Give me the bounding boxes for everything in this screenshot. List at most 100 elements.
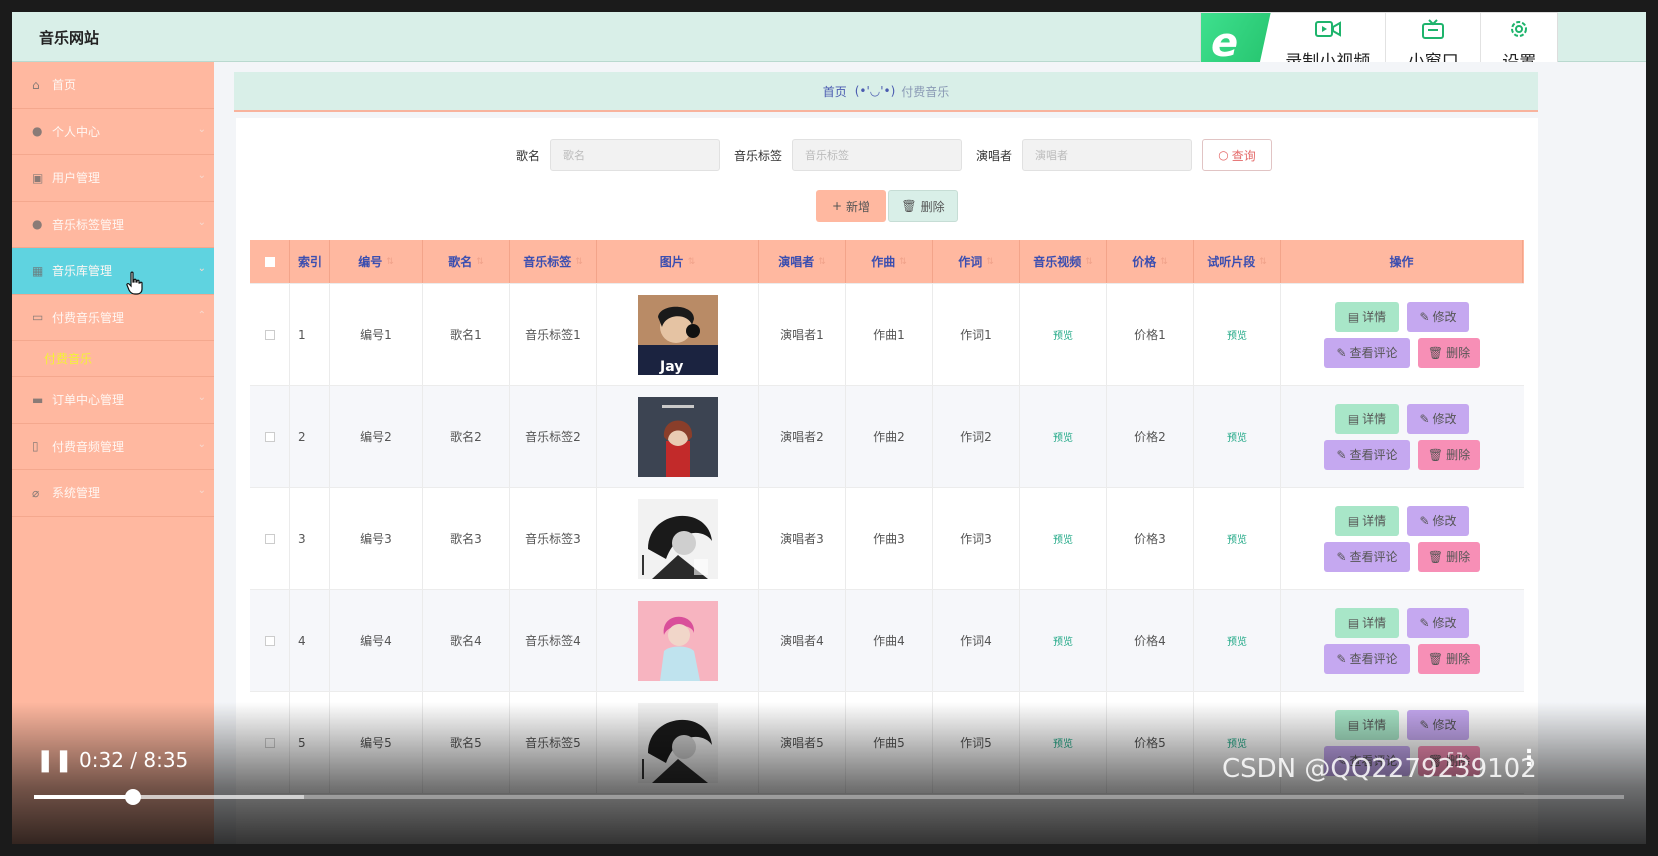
col-image[interactable]: 图片 ⇅ (597, 240, 759, 283)
col-composer[interactable]: 作曲 ⇅ (846, 240, 933, 283)
col-price[interactable]: 价格 ⇅ (1107, 240, 1194, 283)
document-icon: ▤ (1347, 513, 1360, 528)
table-row: 4 编号4 歌名4 音乐标签4 演唱者4 作曲4 作词4 预览 价格4 预览 ▤ 详情 ✎ 修改 ✎ 查看评论… (250, 590, 1524, 692)
col-singer[interactable]: 演唱者 ⇅ (759, 240, 846, 283)
row-trial-clip: 预览 (1194, 488, 1281, 589)
row-checkbox[interactable] (250, 488, 290, 589)
sidebar-item-home[interactable]: ⌂ 首页 (12, 62, 214, 109)
trial-preview-link[interactable]: 预览 (1227, 633, 1247, 648)
hand-cursor-icon (126, 271, 144, 300)
add-button[interactable]: + 新增 (816, 190, 886, 222)
edit-button[interactable]: ✎ 修改 (1407, 301, 1469, 332)
trash-icon: 🗑 (1427, 345, 1444, 360)
row-music-video: 预览 (1020, 488, 1107, 589)
sidebar-item-paid-audio[interactable]: ▯ 付费音频管理 ⌄ (12, 424, 214, 470)
edit-button[interactable]: ✎ 修改 (1407, 403, 1469, 434)
settings-icon: ⌀ (32, 485, 40, 500)
edit-button[interactable]: ✎ 修改 (1407, 607, 1469, 638)
video-preview-link[interactable]: 预览 (1053, 429, 1073, 444)
view-comments-button[interactable]: ✎ 查看评论 (1324, 643, 1410, 674)
col-music-tag[interactable]: 音乐标签 ⇅ (510, 240, 597, 283)
chevron-down-icon: ⌄ (197, 170, 206, 181)
detail-button[interactable]: ▤ 详情 (1335, 607, 1399, 638)
delete-button[interactable]: 🗑 删除 (1418, 337, 1480, 368)
row-number: 编号5 (330, 692, 423, 793)
sidebar-item-system[interactable]: ⌀ 系统管理 ⌄ (12, 470, 214, 517)
row-image (597, 590, 759, 691)
chevron-down-icon: ⌄ (197, 216, 206, 228)
pause-icon[interactable]: ❚❚ (36, 748, 73, 773)
video-preview-link[interactable]: 预览 (1053, 327, 1073, 342)
row-operations: ▤ 详情 ✎ 修改 ✎ 查看评论 🗑 删除 (1281, 488, 1523, 589)
document-icon: ▤ (1347, 411, 1360, 426)
trash-icon: 🗑 (1427, 651, 1444, 666)
row-lyricist: 作词3 (933, 488, 1020, 589)
row-composer: 作曲5 (846, 692, 933, 793)
song-name-input[interactable]: 歌名 (549, 139, 720, 171)
sidebar-subitem-paid-music[interactable]: 付费音乐 (12, 341, 214, 377)
view-comments-button[interactable]: ✎ 查看评论 (1324, 541, 1410, 572)
album-cover-image (637, 702, 718, 783)
edit-button[interactable]: ✎ 修改 (1407, 709, 1469, 740)
row-singer: 演唱者3 (759, 488, 846, 589)
singer-input[interactable]: 演唱者 (1022, 139, 1193, 171)
row-checkbox[interactable] (250, 284, 290, 385)
breadcrumb-home[interactable]: 首页 (823, 83, 847, 100)
detail-button[interactable]: ▤ 详情 (1335, 505, 1399, 536)
query-button[interactable]: ○ 查询 (1202, 139, 1273, 171)
sort-icon: ⇅ (1085, 256, 1093, 267)
video-preview-link[interactable]: 预览 (1053, 531, 1073, 546)
video-preview-link[interactable]: 预览 (1053, 735, 1073, 750)
breadcrumb-current: 付费音乐 (901, 84, 950, 99)
trial-preview-link[interactable]: 预览 (1227, 327, 1247, 342)
batch-delete-button[interactable]: 🗑 删除 (888, 190, 958, 222)
sidebar-item-music-library[interactable]: ▦ 音乐库管理 ⌄ (12, 248, 214, 295)
video-progress-bar[interactable] (34, 789, 1624, 805)
view-comments-button[interactable]: ✎ 查看评论 (1324, 337, 1410, 368)
action-toolbar: + 新增 🗑 删除 (236, 190, 1538, 224)
chevron-down-icon: ⌄ (197, 263, 206, 274)
detail-button[interactable]: ▤ 详情 (1335, 709, 1399, 740)
row-checkbox[interactable] (250, 590, 290, 691)
progress-handle[interactable] (124, 789, 141, 805)
row-composer: 作曲3 (846, 488, 933, 589)
row-song-name: 歌名4 (423, 590, 510, 691)
trial-preview-link[interactable]: 预览 (1227, 429, 1247, 444)
view-comments-button[interactable]: ✎ 查看评论 (1324, 439, 1410, 470)
browser-logo-icon: e (1211, 20, 1239, 66)
video-preview-link[interactable]: 预览 (1053, 633, 1073, 648)
row-checkbox[interactable] (250, 692, 290, 793)
sidebar-item-profile[interactable]: ● 个人中心 ⌄ (12, 109, 214, 155)
col-song-name[interactable]: 歌名 ⇅ (423, 240, 510, 283)
delete-button[interactable]: 🗑 删除 (1418, 439, 1480, 470)
select-all-checkbox[interactable] (250, 240, 290, 283)
user-tag-icon: ● (32, 217, 43, 232)
row-trial-clip: 预览 (1194, 386, 1281, 487)
chevron-down-icon: ⌄ (197, 438, 206, 450)
row-music-tag: 音乐标签5 (510, 692, 597, 793)
row-song-name: 歌名2 (423, 386, 510, 487)
col-trial-clip[interactable]: 试听片段 ⇅ (1194, 240, 1281, 283)
detail-button[interactable]: ▤ 详情 (1335, 301, 1399, 332)
col-lyricist[interactable]: 作词 ⇅ (933, 240, 1020, 283)
gear-icon (1508, 18, 1530, 44)
detail-button[interactable]: ▤ 详情 (1335, 403, 1399, 434)
delete-button[interactable]: 🗑 删除 (1418, 541, 1480, 572)
music-tag-input[interactable]: 音乐标签 (792, 139, 962, 171)
row-trial-clip: 预览 (1194, 590, 1281, 691)
delete-button[interactable]: 🗑 删除 (1418, 643, 1480, 674)
trial-preview-link[interactable]: 预览 (1227, 531, 1247, 546)
sidebar-item-music-tags[interactable]: ● 音乐标签管理 ⌄ (12, 202, 214, 248)
row-operations: ▤ 详情 ✎ 修改 ✎ 查看评论 🗑 删除 (1281, 284, 1523, 385)
sidebar-item-paid-music[interactable]: ▭ 付费音乐管理 ⌃ (12, 295, 214, 341)
document-icon: ▤ (1347, 615, 1360, 630)
col-number[interactable]: 编号 ⇅ (330, 240, 423, 283)
sidebar-item-orders[interactable]: ▬ 订单中心管理 ⌄ (12, 377, 214, 424)
sidebar-item-users[interactable]: ▣ 用户管理 ⌄ (12, 155, 214, 202)
pencil-icon: ✎ (1419, 309, 1430, 324)
row-checkbox[interactable] (250, 386, 290, 487)
col-music-video[interactable]: 音乐视频 ⇅ (1020, 240, 1107, 283)
trial-preview-link[interactable]: 预览 (1227, 735, 1247, 750)
edit-button[interactable]: ✎ 修改 (1407, 505, 1469, 536)
cover-text: Jay (659, 359, 683, 375)
